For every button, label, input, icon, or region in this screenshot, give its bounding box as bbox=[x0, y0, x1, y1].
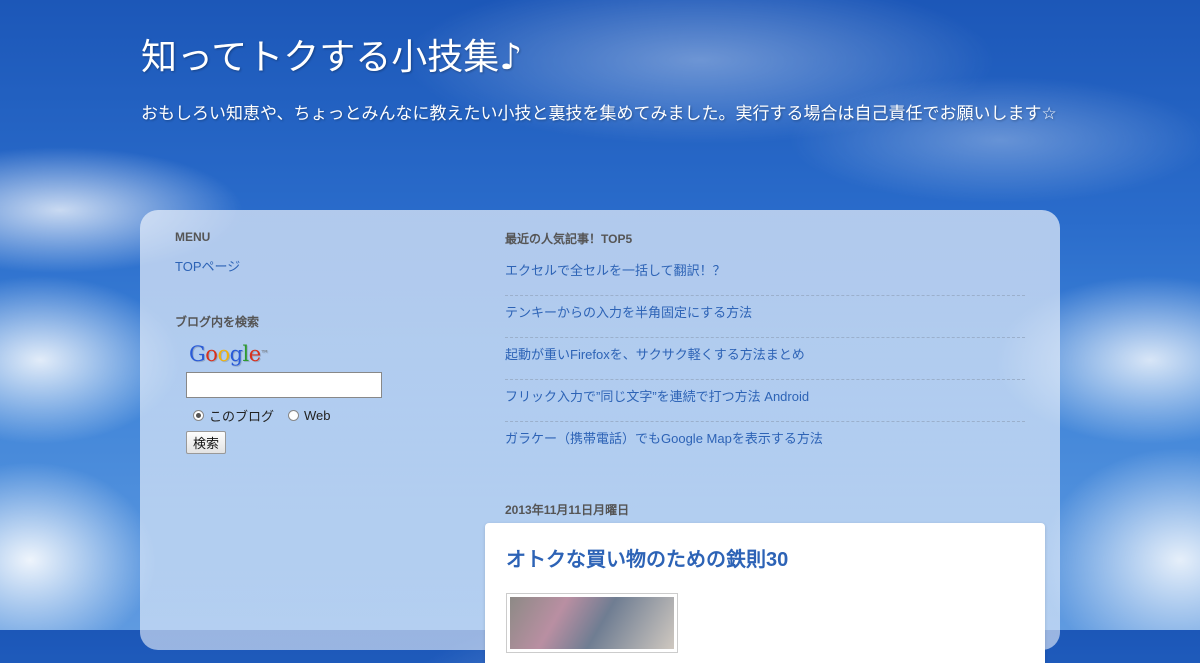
radio-web-label[interactable]: Web bbox=[304, 408, 331, 423]
post-thumbnail[interactable] bbox=[506, 593, 678, 653]
content-panel: MENU TOPページ ブログ内を検索 Google™ このブログ Web 検索… bbox=[140, 210, 1060, 663]
search-widget-title: ブログ内を検索 bbox=[175, 315, 260, 329]
list-item: テンキーからの入力を半角固定にする方法 bbox=[505, 296, 1025, 338]
post-date-header: 2013年11月11日月曜日 bbox=[505, 503, 630, 517]
list-item: 起動が重いFirefoxを、サクサク軽くする方法まとめ bbox=[505, 338, 1025, 380]
radio-this-blog-label[interactable]: このブログ bbox=[209, 406, 274, 425]
popular-post-link[interactable]: フリック入力で”同じ文字”を連続で打つ方法 Android bbox=[505, 389, 809, 404]
post-image bbox=[510, 597, 674, 649]
popular-post-link[interactable]: テンキーからの入力を半角固定にする方法 bbox=[505, 305, 752, 320]
blog-title[interactable]: 知ってトクする小技集♪ bbox=[141, 30, 1061, 86]
menu-title: MENU bbox=[175, 230, 211, 244]
main-column: 最近の人気記事！TOP5 エクセルで全セルを一括して翻訳！？ テンキーからの入力… bbox=[505, 230, 1025, 518]
sidebar: MENU TOPページ ブログ内を検索 Google™ このブログ Web 検索 bbox=[175, 230, 435, 454]
google-logo: Google™ bbox=[189, 342, 269, 366]
popular-post-link[interactable]: エクセルで全セルを一括して翻訳！？ bbox=[505, 263, 726, 278]
popular-post-link[interactable]: ガラケー（携帯電話）でもGoogle Mapを表示する方法 bbox=[505, 431, 823, 446]
radio-web[interactable] bbox=[288, 410, 300, 421]
list-item: エクセルで全セルを一括して翻訳！？ bbox=[505, 259, 1025, 296]
list-item: ガラケー（携帯電話）でもGoogle Mapを表示する方法 bbox=[505, 422, 1025, 463]
search-button[interactable]: 検索 bbox=[186, 431, 227, 454]
menu-link-top[interactable]: TOPページ bbox=[175, 256, 435, 275]
post-title[interactable]: オトクな買い物のための鉄則30 bbox=[506, 543, 1045, 572]
popular-posts-list: エクセルで全セルを一括して翻訳！？ テンキーからの入力を半角固定にする方法 起動… bbox=[505, 259, 1025, 463]
popular-posts-title: 最近の人気記事！TOP5 bbox=[505, 232, 633, 246]
blog-header: 知ってトクする小技集♪ おもしろい知恵や、ちょっとみんなに教えたい小技と裏技を集… bbox=[141, 30, 1061, 128]
list-item: フリック入力で”同じ文字”を連続で打つ方法 Android bbox=[505, 380, 1025, 422]
radio-this-blog[interactable] bbox=[193, 410, 204, 421]
popular-post-link[interactable]: 起動が重いFirefoxを、サクサク軽くする方法まとめ bbox=[505, 347, 805, 362]
search-scope-options: このブログ Web bbox=[193, 406, 435, 425]
blog-description: おもしろい知恵や、ちょっとみんなに教えたい小技と裏技を集めてみました。実行する場… bbox=[141, 104, 1057, 124]
search-input[interactable] bbox=[186, 372, 382, 398]
post-card: オトクな買い物のための鉄則30 bbox=[485, 523, 1045, 663]
search-widget: ブログ内を検索 Google™ このブログ Web 検索 bbox=[175, 313, 435, 454]
menu-widget: MENU TOPページ bbox=[175, 230, 435, 275]
